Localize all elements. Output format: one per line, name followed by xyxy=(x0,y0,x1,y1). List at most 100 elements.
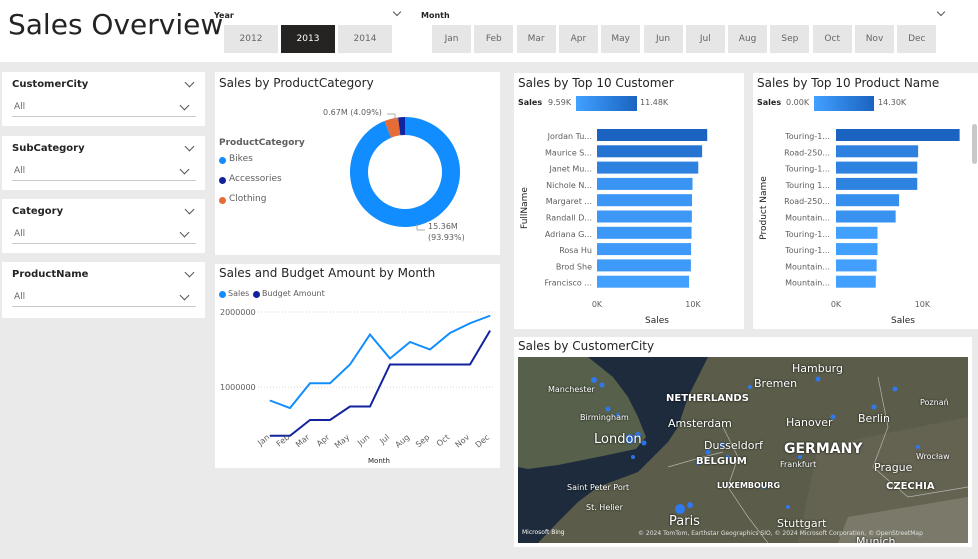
bar[interactable] xyxy=(836,259,877,272)
line-point[interactable] xyxy=(409,364,411,365)
line-point[interactable] xyxy=(309,419,311,421)
bar[interactable] xyxy=(836,145,919,158)
bar[interactable] xyxy=(836,129,960,141)
bubble[interactable] xyxy=(871,404,877,410)
bar[interactable] xyxy=(836,177,918,190)
month-button-sep[interactable]: Sep xyxy=(770,25,810,53)
y-axis-title: Product Name xyxy=(759,176,769,240)
line-point[interactable] xyxy=(389,358,391,359)
line-point[interactable] xyxy=(469,322,471,324)
bar[interactable] xyxy=(836,210,896,223)
map-label-london: London xyxy=(594,432,642,447)
month-button-apr[interactable]: Apr xyxy=(558,25,598,53)
filter-label-subcategory: SubCategory xyxy=(12,143,85,154)
line-point[interactable] xyxy=(449,332,451,334)
year-button-2014[interactable]: 2014 xyxy=(338,25,392,53)
bubble[interactable] xyxy=(641,440,647,446)
category-label: Mountain... xyxy=(785,279,830,288)
line-point[interactable] xyxy=(329,382,331,384)
category-label: Touring 1... xyxy=(785,181,830,190)
bubble[interactable] xyxy=(675,504,685,514)
bar[interactable] xyxy=(597,275,690,288)
x-tick-label: 0K xyxy=(831,300,842,309)
line-point[interactable] xyxy=(429,349,431,350)
bar[interactable] xyxy=(597,210,692,223)
month-button-jan[interactable]: Jan xyxy=(432,25,471,53)
year-slicer-label: Year xyxy=(214,11,234,20)
month-button-aug[interactable]: Aug xyxy=(728,25,768,53)
bar[interactable] xyxy=(597,226,692,239)
month-button-nov[interactable]: Nov xyxy=(855,25,894,53)
category-label: Nichole N... xyxy=(546,181,592,190)
donut-label-bikes-value: 15.36M xyxy=(428,222,458,231)
year-button-2012[interactable]: 2012 xyxy=(224,25,278,53)
category-label: Touring-1... xyxy=(784,165,830,174)
line-point[interactable] xyxy=(289,407,291,409)
bubble[interactable] xyxy=(631,455,635,459)
month-button-jul[interactable]: Jul xyxy=(685,25,725,53)
bar[interactable] xyxy=(597,177,693,190)
line-point[interactable] xyxy=(309,382,311,384)
bar[interactable] xyxy=(597,194,693,207)
bar[interactable] xyxy=(836,194,900,207)
bar[interactable] xyxy=(597,145,703,158)
month-button-feb[interactable]: Feb xyxy=(474,25,514,53)
map-title: Sales by CustomerCity xyxy=(518,339,655,353)
line-point[interactable] xyxy=(269,400,271,401)
map-label-wroc-aw: Wrocław xyxy=(916,452,950,461)
line-point[interactable] xyxy=(369,406,371,407)
month-button-dec[interactable]: Dec xyxy=(897,25,937,53)
bubble[interactable] xyxy=(591,377,597,383)
map-canvas[interactable]: Manchester Birmingham London NETHERLANDS Ams… xyxy=(518,357,968,543)
filter-dropdown-subcategory[interactable]: All xyxy=(12,163,196,181)
bar[interactable] xyxy=(597,243,692,256)
bar[interactable] xyxy=(836,226,878,239)
bar[interactable] xyxy=(597,161,699,174)
line-point[interactable] xyxy=(329,419,331,421)
line-point[interactable] xyxy=(269,435,271,437)
line-point[interactable] xyxy=(489,330,491,332)
map-label-prague: Prague xyxy=(874,461,913,474)
bubble[interactable] xyxy=(687,502,693,508)
bar[interactable] xyxy=(836,275,876,288)
filter-dropdown-category[interactable]: All xyxy=(12,226,196,244)
map-label-st-helier: St. Helier xyxy=(586,503,623,512)
bubble[interactable] xyxy=(605,406,611,412)
line-chart: 20000001000000Jan Feb Mar Apr May Jun Jul Aug Se… xyxy=(220,308,495,465)
bubble[interactable] xyxy=(815,376,821,382)
month-button-mar[interactable]: Mar xyxy=(516,25,556,53)
line-point[interactable] xyxy=(289,435,291,437)
bar[interactable] xyxy=(597,129,708,141)
line-point[interactable] xyxy=(349,364,351,365)
line-point[interactable] xyxy=(369,334,371,335)
month-button-may[interactable]: May xyxy=(601,25,641,53)
month-button-jun[interactable]: Jun xyxy=(643,25,683,53)
category-label: Touring-1... xyxy=(784,132,830,141)
x-tick-label-jun: Jun xyxy=(355,433,371,449)
category-label: Rosa Hu xyxy=(559,246,592,255)
month-button-oct[interactable]: Oct xyxy=(812,25,852,53)
line-point[interactable] xyxy=(489,315,491,317)
line-series-sales[interactable] xyxy=(269,314,491,410)
filter-dropdown-customercity[interactable]: All xyxy=(12,99,196,117)
filter-dropdown-productname[interactable]: All xyxy=(12,289,196,307)
bubble[interactable] xyxy=(916,445,920,449)
bar[interactable] xyxy=(836,243,878,256)
line-point[interactable] xyxy=(429,364,431,365)
year-button-2013[interactable]: 2013 xyxy=(281,25,335,53)
category-label: Margaret ... xyxy=(546,197,592,206)
x-tick-label-sep: Sep xyxy=(414,433,431,450)
bubble[interactable] xyxy=(786,505,790,509)
bubble[interactable] xyxy=(892,386,898,392)
line-point[interactable] xyxy=(469,364,471,365)
line-point[interactable] xyxy=(389,364,391,365)
donut-slice-bikes[interactable] xyxy=(350,117,460,227)
map-label-birmingham: Birmingham xyxy=(580,413,629,422)
line-point[interactable] xyxy=(449,364,451,365)
bar[interactable] xyxy=(597,259,691,272)
bubble[interactable] xyxy=(748,385,752,389)
bubble[interactable] xyxy=(599,382,605,388)
line-point[interactable] xyxy=(349,406,351,407)
bar[interactable] xyxy=(836,161,918,174)
line-point[interactable] xyxy=(409,341,411,343)
